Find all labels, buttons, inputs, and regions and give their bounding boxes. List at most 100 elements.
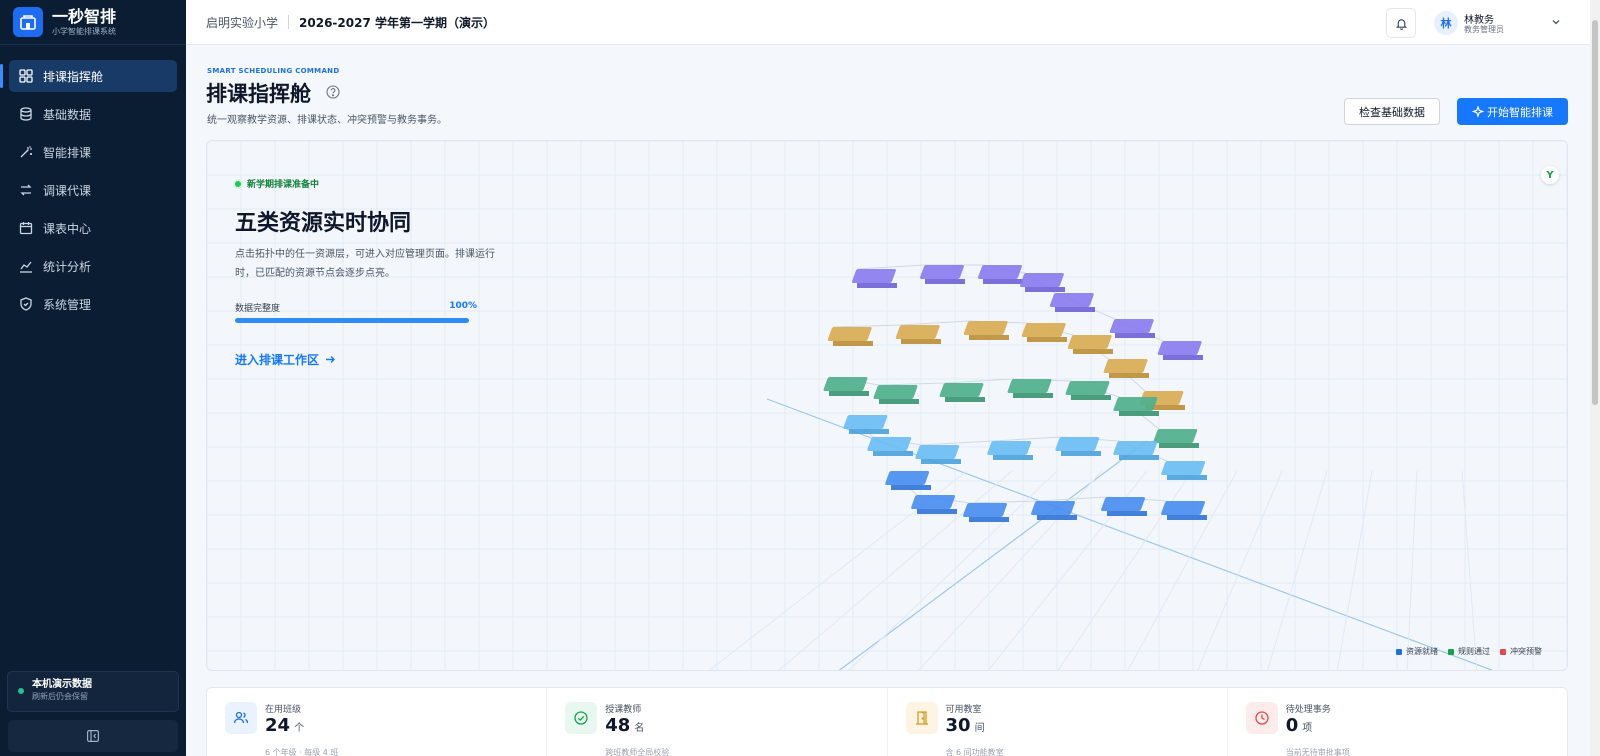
resource-node-side	[917, 509, 957, 514]
resource-node-side	[1159, 443, 1199, 448]
resource-node	[1103, 359, 1148, 373]
stat-card-teachers[interactable]: 授课教师 48 名 跨班教师全局校验	[547, 688, 888, 756]
resource-node	[1161, 501, 1205, 515]
floor-grid-line	[778, 470, 1013, 670]
resource-node-side	[945, 397, 985, 402]
sidebar: 一秒智排 小学智能排课系统 排课指挥舱 基础数据 智能排课 调课代课 课表中心 …	[0, 0, 186, 756]
resource-node-side	[1027, 337, 1067, 342]
page-scrollbar[interactable]	[1590, 0, 1600, 756]
page-description: 统一观察教学资源、排课状态、冲突预警与教务事务。	[207, 115, 447, 126]
collapse-sidebar-button[interactable]	[8, 720, 178, 752]
scrollbar-thumb[interactable]	[1592, 20, 1598, 405]
floor-grid-line	[1336, 470, 1373, 670]
resource-node	[915, 445, 960, 459]
resource-node	[963, 321, 1008, 335]
demo-title: 本机演示数据	[32, 679, 92, 690]
legend-label: 冲突预警	[1510, 647, 1542, 656]
resource-node	[1113, 441, 1158, 455]
stat-value: 48 名	[605, 715, 644, 736]
page-eyebrow: SMART SCHEDULING COMMAND	[207, 67, 340, 75]
progress-value: 100%	[449, 301, 477, 311]
enter-workspace-link[interactable]: 进入排课工作区	[235, 351, 336, 368]
database-icon	[20, 107, 32, 121]
stat-value: 30 间	[946, 715, 985, 736]
stat-label: 待处理事务	[1285, 705, 1331, 715]
resource-node-side	[1167, 475, 1207, 480]
resource-node	[1049, 293, 1094, 307]
resource-node-side	[925, 279, 965, 284]
resource-node	[895, 325, 940, 339]
stat-number: 0	[1285, 715, 1299, 736]
stat-value: 0项	[1286, 715, 1313, 736]
demo-data-notice: 本机演示数据 刷新后仍会保留	[7, 671, 179, 712]
floor-grid-line	[1197, 470, 1283, 670]
topology-title: 五类资源实时协同	[235, 211, 412, 236]
chevron-down-icon[interactable]	[1551, 17, 1561, 27]
resource-node	[1161, 461, 1206, 475]
avatar[interactable]: 林	[1434, 11, 1458, 35]
page-title: 排课指挥舱	[206, 82, 311, 106]
term-selector[interactable]: 2026-2027 学年第一学期（演示）	[299, 14, 495, 31]
resource-node-side	[1037, 515, 1077, 520]
resource-node	[1055, 437, 1100, 451]
stat-card-classrooms[interactable]: 可用教室 30 间 含 6 间功能教室	[888, 688, 1228, 756]
topology-visual[interactable]	[207, 141, 1568, 671]
sidebar-item-adjust[interactable]: 调课代课	[9, 174, 177, 206]
brand[interactable]: 一秒智排 小学智能排课系统	[0, 0, 186, 45]
progress-bar	[235, 318, 469, 323]
floor-grid-line	[1267, 470, 1328, 670]
status-dot	[18, 688, 24, 694]
stat-subtext: 跨班教师全局校验	[605, 748, 670, 756]
resource-node	[1109, 319, 1154, 333]
brand-subtitle: 小学智能排课系统	[52, 26, 116, 36]
sidebar-item-basic-data[interactable]: 基础数据	[9, 98, 177, 130]
check-basic-data-button[interactable]: 检查基础数据	[1344, 98, 1440, 125]
resource-node-side	[983, 279, 1023, 284]
resource-node-side	[969, 335, 1009, 340]
notification-button[interactable]	[1386, 8, 1416, 38]
status-badge: 新学期排课准备中	[235, 177, 319, 190]
topology-legend: 资源就绪 规则通过 冲突预警	[1396, 646, 1552, 657]
sidebar-item-statistics[interactable]: 统计分析	[9, 250, 177, 282]
resource-node	[1113, 397, 1158, 411]
resource-node	[843, 415, 888, 429]
stat-number: 24	[265, 715, 291, 736]
resource-node-side	[1119, 411, 1159, 416]
resource-node	[873, 385, 918, 399]
help-icon[interactable]	[326, 85, 340, 99]
resource-node-side	[849, 429, 889, 434]
resource-node	[920, 265, 964, 279]
sidebar-item-label: 智能排课	[43, 145, 92, 160]
stat-unit: 项	[1302, 723, 1313, 734]
start-smart-schedule-button[interactable]: 开始智能排课	[1457, 98, 1568, 125]
school-name[interactable]: 启明实验小学	[206, 14, 278, 31]
resource-node	[823, 377, 868, 391]
resource-node	[1101, 497, 1145, 511]
status-dot	[235, 180, 241, 187]
stat-card-pending[interactable]: 待处理事务 0项 当前无待审批事项	[1228, 688, 1567, 756]
assistant-badge[interactable]: Y	[1541, 166, 1559, 184]
sidebar-item-system[interactable]: 系统管理	[9, 288, 177, 320]
progress-label: 数据完整度	[235, 304, 281, 314]
resource-node-side	[1119, 455, 1159, 460]
resource-node	[939, 383, 984, 397]
resource-node	[1153, 429, 1198, 443]
sidebar-item-label: 系统管理	[43, 297, 92, 312]
resource-node	[1019, 273, 1064, 287]
stat-value: 24 个	[265, 715, 304, 736]
sidebar-item-timetable[interactable]: 课表中心	[9, 212, 177, 244]
brand-title: 一秒智排	[52, 6, 117, 26]
status-badge-label: 新学期排课准备中	[247, 180, 320, 190]
sidebar-item-label: 基础数据	[43, 107, 92, 122]
door-icon	[905, 702, 938, 734]
sidebar-item-command[interactable]: 排课指挥舱	[0, 60, 177, 92]
resource-node-side	[921, 459, 961, 464]
stat-label: 授课教师	[605, 705, 642, 715]
resource-node-side	[833, 341, 873, 346]
sidebar-item-label: 课表中心	[43, 221, 92, 236]
resource-node	[1157, 341, 1202, 355]
stat-subtext: 6 个年级 · 每级 4 班	[265, 748, 339, 756]
resource-node	[1007, 379, 1052, 393]
stat-card-classes[interactable]: 在用班级 24 个 6 个年级 · 每级 4 班	[207, 688, 548, 756]
sidebar-item-smart-schedule[interactable]: 智能排课	[9, 136, 177, 168]
